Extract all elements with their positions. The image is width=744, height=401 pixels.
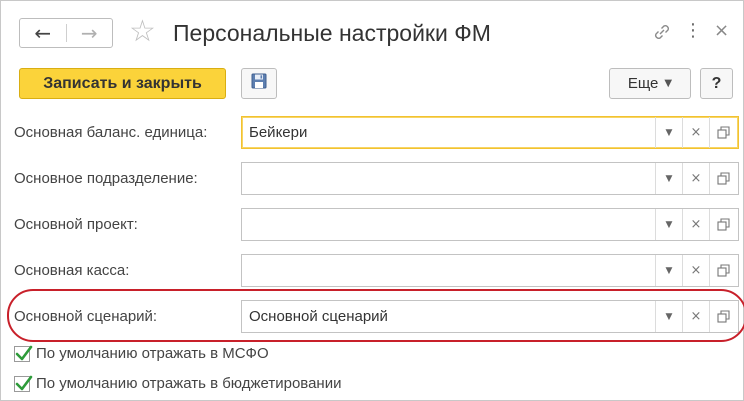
dropdown-icon[interactable]: ▼ xyxy=(655,255,682,286)
save-and-close-button[interactable]: Записать и закрыть xyxy=(19,68,226,99)
more-actions-button[interactable]: Еще ▼ xyxy=(609,68,691,99)
forward-button[interactable]: → xyxy=(67,19,113,47)
ifrs-checkbox-row[interactable]: По умолчанию отражать в МСФО xyxy=(14,343,269,365)
settings-window: ← → ☆ Персональные настройки ФМ ⋮ × Запи… xyxy=(0,0,744,401)
page-title: Персональные настройки ФМ xyxy=(173,20,491,46)
clear-icon[interactable]: × xyxy=(682,163,709,194)
dropdown-icon[interactable]: ▼ xyxy=(655,117,682,148)
dropdown-icon[interactable]: ▼ xyxy=(655,209,682,240)
more-actions-label: Еще xyxy=(627,75,659,92)
ifrs-checkbox[interactable] xyxy=(14,345,33,362)
close-icon[interactable]: × xyxy=(714,19,729,43)
clear-icon[interactable]: × xyxy=(682,209,709,240)
clear-icon[interactable]: × xyxy=(682,117,709,148)
ifrs-checkbox-label: По умолчанию отражать в МСФО xyxy=(36,345,269,362)
open-icon[interactable] xyxy=(709,209,736,240)
arrow-right-icon: → xyxy=(80,21,98,45)
open-icon[interactable] xyxy=(709,163,736,194)
more-vertical-icon[interactable]: ⋮ xyxy=(684,19,702,43)
star-icon[interactable]: ☆ xyxy=(129,15,156,49)
department-label: Основное подразделение: xyxy=(14,170,198,187)
dropdown-icon[interactable]: ▼ xyxy=(655,163,682,194)
open-icon[interactable] xyxy=(709,255,736,286)
save-button[interactable] xyxy=(241,68,277,99)
project-label: Основной проект: xyxy=(14,216,138,233)
balance-unit-field[interactable]: Бейкери ▼ × xyxy=(241,116,739,149)
budgeting-checkbox[interactable] xyxy=(14,375,33,392)
floppy-disk-icon xyxy=(251,73,267,94)
title-bar: ← → ☆ Персональные настройки ФМ ⋮ × xyxy=(1,1,743,57)
highlight-oval xyxy=(7,289,744,342)
department-field[interactable]: ▼ × xyxy=(241,162,739,195)
project-field[interactable]: ▼ × xyxy=(241,208,739,241)
navigation-buttons: ← → xyxy=(19,18,113,48)
checkmark-icon xyxy=(15,375,33,391)
balance-unit-label: Основная баланс. единица: xyxy=(14,124,208,141)
cashbox-label: Основная касса: xyxy=(14,262,130,279)
arrow-left-icon: ← xyxy=(34,21,52,45)
link-icon[interactable] xyxy=(651,21,673,43)
checkmark-icon xyxy=(15,345,33,361)
budgeting-checkbox-row[interactable]: По умолчанию отражать в бюджетировании xyxy=(14,373,341,395)
help-button[interactable]: ? xyxy=(700,68,733,99)
back-button[interactable]: ← xyxy=(20,19,66,47)
budgeting-checkbox-label: По умолчанию отражать в бюджетировании xyxy=(36,375,342,392)
balance-unit-value: Бейкери xyxy=(249,124,308,141)
clear-icon[interactable]: × xyxy=(682,255,709,286)
open-icon[interactable] xyxy=(709,117,736,148)
cashbox-field[interactable]: ▼ × xyxy=(241,254,739,287)
chevron-down-icon: ▼ xyxy=(664,78,673,89)
